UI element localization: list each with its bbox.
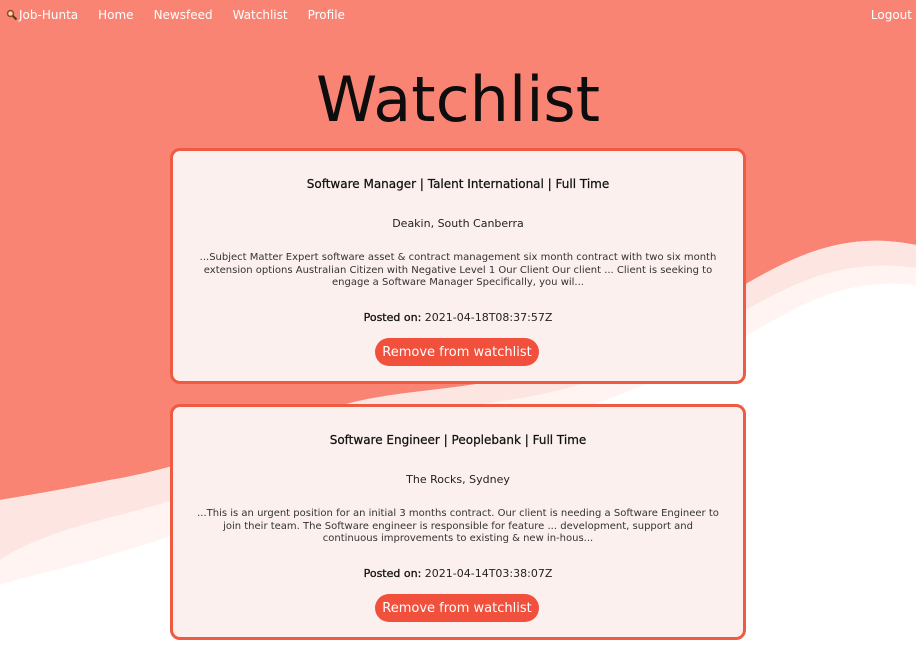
nav-left: Job-Hunta Home Newsfeed Watchlist Profil…: [6, 8, 345, 22]
posted-date: 2021-04-18T08:37:57Z: [424, 311, 553, 324]
nav-link-newsfeed[interactable]: Newsfeed: [154, 8, 213, 22]
page-title: Watchlist: [315, 63, 601, 136]
remove-from-watchlist-button[interactable]: Remove from watchlist: [375, 594, 539, 622]
job-location: The Rocks, Sydney: [406, 473, 510, 486]
magnifier-icon: [6, 9, 18, 21]
logout-link[interactable]: Logout: [871, 8, 912, 22]
job-description: ...Subject Matter Expert software asset …: [199, 252, 717, 288]
job-description: ...This is an urgent position for an ini…: [197, 508, 719, 544]
brand-link[interactable]: Job-Hunta: [6, 8, 78, 22]
job-posted: Posted on: 2021-04-18T08:37:57Z: [173, 311, 743, 324]
posted-date: 2021-04-14T03:38:07Z: [424, 567, 553, 580]
nav-link-profile[interactable]: Profile: [308, 8, 345, 22]
posted-label: Posted on:: [363, 311, 422, 324]
remove-from-watchlist-button[interactable]: Remove from watchlist: [375, 338, 539, 366]
job-location: Deakin, South Canberra: [392, 217, 524, 230]
job-card: Software Engineer | Peoplebank | Full Ti…: [170, 404, 746, 640]
nav-link-home[interactable]: Home: [98, 8, 133, 22]
brand-name: Job-Hunta: [19, 8, 79, 22]
job-card: Software Manager | Talent International …: [170, 148, 746, 384]
job-posted: Posted on: 2021-04-14T03:38:07Z: [173, 567, 743, 580]
job-title: Software Manager | Talent International …: [306, 177, 610, 191]
posted-label: Posted on:: [363, 567, 422, 580]
job-title: Software Engineer | Peoplebank | Full Ti…: [329, 433, 587, 447]
navbar: Job-Hunta Home Newsfeed Watchlist Profil…: [0, 0, 916, 30]
nav-link-watchlist[interactable]: Watchlist: [233, 8, 288, 22]
